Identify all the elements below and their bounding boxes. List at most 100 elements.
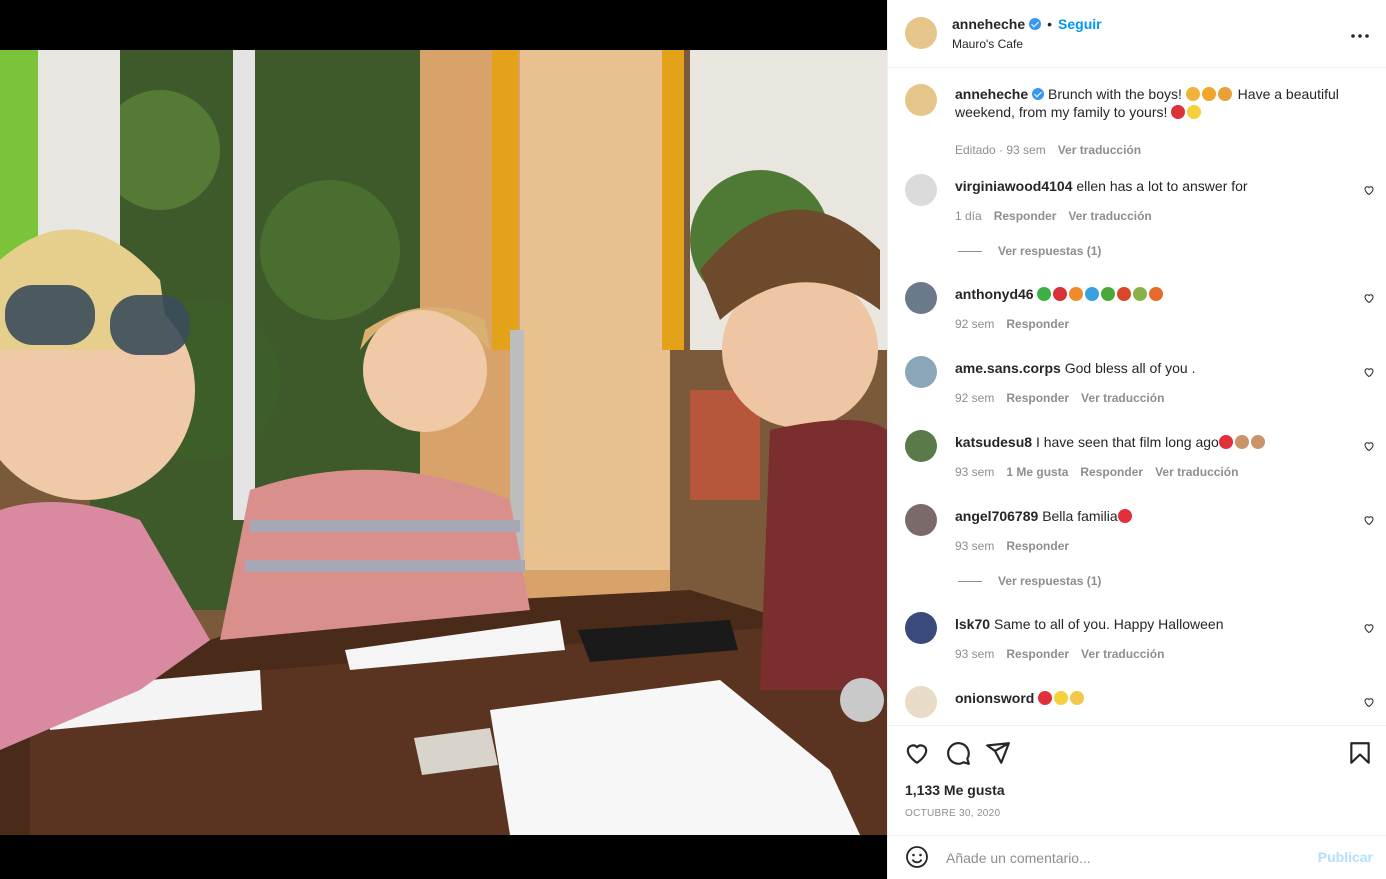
comment-body: I have seen that film long ago — [1035, 434, 1219, 450]
comment-username[interactable]: katsudesu8 — [955, 434, 1032, 450]
comment-body: Same to all of you. Happy Halloween — [993, 616, 1224, 632]
emoji-icon — [1053, 287, 1068, 301]
comment-composer: Publicar — [888, 835, 1386, 879]
heart-emoji-icon — [1171, 105, 1186, 119]
sparkles-emoji-icon — [1187, 105, 1202, 119]
likes-count[interactable]: 1,133 Me gusta — [905, 782, 1005, 798]
reply-link[interactable]: Responder — [1006, 391, 1069, 405]
reply-link[interactable]: Responder — [1006, 539, 1069, 553]
comment-meta: 93 sem 1 Me gusta Responder Ver traducción — [955, 465, 1250, 479]
comment-username[interactable]: lsk70 — [955, 616, 990, 632]
view-replies-link[interactable]: Ver respuestas (1) — [958, 574, 1101, 588]
heart-emoji-icon — [1117, 509, 1132, 523]
like-comment-heart-icon[interactable] — [1363, 184, 1375, 196]
like-comment-heart-icon[interactable] — [1363, 366, 1375, 378]
translate-link[interactable]: Ver traducción — [1068, 209, 1151, 223]
comment-avatar[interactable] — [905, 686, 937, 718]
comment-meta: 93 sem Responder Ver traducción — [955, 647, 1176, 661]
post-actions: 1,133 Me gusta OCTUBRE 30, 2020 — [888, 725, 1386, 836]
save-bookmark-icon[interactable] — [1347, 740, 1373, 766]
follow-button[interactable]: Seguir — [1058, 16, 1102, 32]
emoji-icon — [1069, 287, 1084, 301]
heart-emoji-icon — [1038, 691, 1053, 705]
photo-illustration — [0, 50, 887, 835]
comment-avatar[interactable] — [905, 174, 937, 206]
sparkles-emoji-icon — [1054, 691, 1069, 705]
translate-link[interactable]: Ver traducción — [1155, 465, 1238, 479]
emoji-icon — [1117, 287, 1132, 301]
location-link[interactable]: Mauro's Cafe — [952, 37, 1023, 51]
comment-time: 93 sem — [955, 647, 995, 661]
comment-text: angel706789 Bella familia — [955, 507, 1355, 525]
heart-emoji-icon — [1218, 435, 1233, 449]
emoji-icon — [1217, 87, 1232, 101]
author-username[interactable]: anneheche — [952, 16, 1025, 32]
comment-input[interactable] — [944, 844, 1308, 872]
caption-meta: Editado · 93 sem Ver traducción — [955, 143, 1153, 157]
emoji-icon — [1149, 287, 1164, 301]
caption-edited: Editado · 93 sem — [955, 143, 1046, 157]
more-options-icon[interactable] — [1351, 22, 1369, 45]
like-comment-heart-icon[interactable] — [1363, 696, 1375, 708]
comment-meta: 92 sem Responder Ver traducción — [955, 391, 1176, 405]
comment-text: virginiawood4104 ellen has a lot to answ… — [955, 177, 1355, 195]
translate-link[interactable]: Ver traducción — [1058, 143, 1141, 157]
comment-time: 92 sem — [955, 391, 995, 405]
emoji-icon — [1185, 87, 1200, 101]
comment-text: onionsword — [955, 689, 1355, 707]
comment-text: katsudesu8 I have seen that film long ag… — [955, 433, 1355, 451]
verified-badge-icon — [1029, 18, 1042, 30]
emoji-picker-icon[interactable] — [905, 845, 929, 869]
reply-link[interactable]: Responder — [1006, 317, 1069, 331]
reply-link[interactable]: Responder — [994, 209, 1057, 223]
comment-meta: 92 sem Responder — [955, 317, 1081, 331]
emoji-icon — [1037, 287, 1052, 301]
comment-avatar[interactable] — [905, 504, 937, 536]
publish-button[interactable]: Publicar — [1318, 849, 1373, 865]
post-photo[interactable] — [0, 50, 887, 835]
caption-username[interactable]: anneheche — [955, 86, 1028, 102]
like-comment-heart-icon[interactable] — [1363, 440, 1375, 452]
translate-link[interactable]: Ver traducción — [1081, 391, 1164, 405]
separator-dot: • — [1047, 16, 1053, 32]
like-comment-heart-icon[interactable] — [1363, 622, 1375, 634]
comment-avatar[interactable] — [905, 356, 937, 388]
comment-likes[interactable]: 1 Me gusta — [1006, 465, 1068, 479]
share-icon[interactable] — [985, 740, 1011, 766]
comment-body: Bella familia — [1042, 508, 1118, 524]
comment-avatar[interactable] — [905, 612, 937, 644]
caption-avatar[interactable] — [905, 84, 937, 116]
comment-meta: 1 día Responder Ver traducción — [955, 209, 1164, 223]
comment-username[interactable]: ame.sans.corps — [955, 360, 1061, 376]
post-date: OCTUBRE 30, 2020 — [905, 808, 1001, 819]
comment-username[interactable]: onionsword — [955, 690, 1034, 706]
like-comment-heart-icon[interactable] — [1363, 514, 1375, 526]
view-replies-link[interactable]: Ver respuestas (1) — [958, 244, 1101, 258]
comment-time: 92 sem — [955, 317, 995, 331]
reply-link[interactable]: Responder — [1006, 647, 1069, 661]
emoji-icon — [1101, 287, 1116, 301]
comment-username[interactable]: virginiawood4104 — [955, 178, 1072, 194]
emoji-icon — [1201, 87, 1216, 101]
emoji-icon — [1085, 287, 1100, 301]
comment-avatar[interactable] — [905, 430, 937, 462]
comment-username[interactable]: anthonyd46 — [955, 286, 1034, 302]
comment-time: 93 sem — [955, 465, 995, 479]
header-user-line: anneheche • Seguir — [952, 16, 1102, 32]
reply-link[interactable]: Responder — [1080, 465, 1143, 479]
comment-body: ellen has a lot to answer for — [1076, 178, 1248, 194]
like-comment-heart-icon[interactable] — [1363, 292, 1375, 304]
comments-list[interactable]: anneheche Brunch with the boys! Have a b… — [888, 68, 1386, 725]
comment-text: anthonyd46 — [955, 285, 1355, 303]
translate-link[interactable]: Ver traducción — [1081, 647, 1164, 661]
comment-text: ame.sans.corps God bless all of you . — [955, 359, 1355, 377]
author-avatar[interactable] — [905, 17, 937, 49]
comment-time: 1 día — [955, 209, 982, 223]
like-heart-icon[interactable] — [904, 740, 930, 766]
comment-avatar[interactable] — [905, 282, 937, 314]
comment-username[interactable]: angel706789 — [955, 508, 1038, 524]
emoji-icon — [1133, 287, 1148, 301]
verified-badge-icon — [1032, 88, 1045, 100]
post-panel: anneheche • Seguir Mauro's Cafe anneheche … — [887, 0, 1386, 879]
comment-icon[interactable] — [945, 740, 971, 766]
